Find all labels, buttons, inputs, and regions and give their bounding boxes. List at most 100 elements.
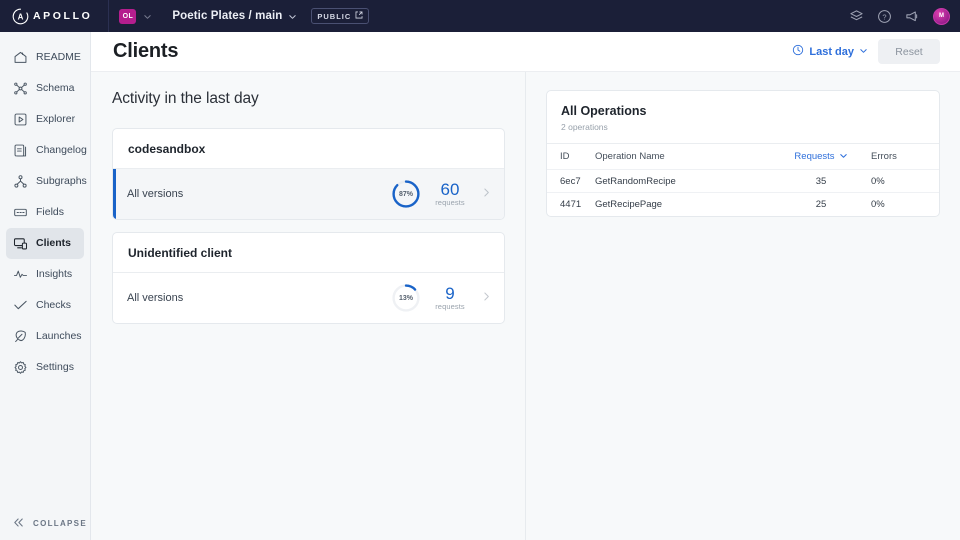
client-card[interactable]: Unidentified client All versions 13% 9 r… (112, 232, 505, 324)
request-count: 60 requests (429, 179, 471, 207)
operations-table-body: 6ec7 GetRandomRecipe 35 0% 4471 GetRecip… (547, 169, 939, 216)
sort-requests-control[interactable]: Requests (794, 151, 847, 163)
chevron-down-icon (859, 46, 868, 58)
sidebar-item-label: Clients (36, 237, 72, 250)
changelog-icon (12, 143, 28, 159)
operations-table: ID Operation Name Requests Errors 6ec7 G… (547, 143, 939, 216)
external-link-icon (355, 11, 363, 21)
sidebar-item-schema[interactable]: Schema (6, 73, 84, 104)
chevron-right-icon[interactable] (479, 289, 494, 307)
selected-accent-bar (113, 169, 116, 219)
client-version-row[interactable]: All versions 13% 9 requests (113, 272, 504, 323)
explorer-icon (12, 112, 28, 128)
launches-icon (12, 329, 28, 345)
sidebar-item-readme[interactable]: README (6, 42, 84, 73)
operations-card: All Operations 2 operations ID Operation… (546, 90, 940, 217)
client-card[interactable]: codesandbox All versions 87% 60 requests (112, 128, 505, 220)
operations-header: All Operations 2 operations (547, 91, 939, 143)
sidebar-item-label: Checks (36, 299, 72, 312)
date-range-label: Last day (809, 45, 854, 58)
version-row-metrics: 13% 9 requests (391, 283, 494, 313)
sidebar-item-launches[interactable]: Launches (6, 321, 84, 352)
column-header-id: ID (560, 151, 570, 162)
request-count: 9 requests (429, 283, 471, 311)
activity-pane: Activity in the last day codesandbox All… (91, 72, 526, 540)
date-range-selector[interactable]: Last day (792, 44, 868, 59)
visibility-badge[interactable]: PUBLIC (311, 8, 370, 24)
sidebar-item-clients[interactable]: Clients (6, 228, 84, 259)
version-label: All versions (127, 188, 184, 200)
stack-icon[interactable] (849, 9, 864, 24)
svg-text:?: ? (882, 12, 886, 21)
sidebar-item-checks[interactable]: Checks (6, 290, 84, 321)
insights-icon (12, 267, 28, 283)
apollo-logo-icon: A (12, 8, 29, 25)
column-header-requests[interactable]: Requests (777, 144, 865, 170)
collapse-label: COLLAPSE (33, 518, 87, 528)
version-label: All versions (127, 292, 184, 304)
topbar-actions: ? M (849, 7, 950, 25)
sidebar-item-fields[interactable]: Fields (6, 197, 84, 228)
apollo-logo[interactable]: A APOLLO (8, 8, 92, 25)
sidebar-item-subgraphs[interactable]: Subgraphs (6, 166, 87, 197)
chevron-right-icon[interactable] (479, 185, 494, 203)
sidebar: README Schema Explorer Changelog Subgrap… (0, 32, 91, 540)
operations-subtitle: 2 operations (561, 122, 608, 132)
sidebar-item-label: Changelog (36, 144, 87, 157)
page-header: Clients Last day Reset (91, 32, 960, 72)
org-badge[interactable]: OL (119, 8, 137, 24)
avatar-initials: M (939, 13, 944, 19)
request-count-value: 60 (440, 179, 460, 199)
sidebar-item-insights[interactable]: Insights (6, 259, 84, 290)
cell-id: 4471 (560, 198, 582, 210)
sidebar-item-label: Insights (36, 268, 73, 281)
graph-name-label: Poetic Plates / main (172, 10, 283, 22)
donut-percent-label: 13% (398, 294, 413, 302)
topbar-divider (108, 0, 110, 32)
sidebar-item-changelog[interactable]: Changelog (6, 135, 87, 166)
graph-selector[interactable]: Poetic Plates / main (172, 10, 297, 22)
sidebar-item-explorer[interactable]: Explorer (6, 104, 84, 135)
sidebar-item-label: Schema (36, 82, 75, 95)
subgraphs-icon (12, 174, 28, 190)
fields-icon (12, 205, 28, 221)
clients-icon (12, 236, 28, 252)
visibility-label: PUBLIC (317, 11, 352, 21)
content-panes: Activity in the last day codesandbox All… (91, 72, 960, 540)
sidebar-item-label: Explorer (36, 113, 76, 126)
cell-requests: 35 (815, 175, 827, 187)
client-name: Unidentified client (128, 246, 233, 260)
collapse-sidebar-button[interactable]: COLLAPSE (0, 506, 90, 540)
client-version-row[interactable]: All versions 87% 60 requests (113, 168, 504, 219)
donut-percent-label: 87% (398, 190, 413, 198)
operations-title: All Operations (561, 104, 647, 118)
sidebar-item-settings[interactable]: Settings (6, 352, 84, 383)
operations-table-head: ID Operation Name Requests Errors (547, 143, 939, 170)
request-count-value: 9 (445, 283, 455, 303)
cell-operation-name: GetRandomRecipe (595, 175, 676, 187)
table-row[interactable]: 4471 GetRecipePage 25 0% (547, 192, 939, 216)
sidebar-item-label: Settings (36, 361, 74, 374)
request-share-donut: 13% (391, 283, 421, 313)
avatar[interactable]: M (933, 7, 950, 25)
operations-pane: All Operations 2 operations ID Operation… (526, 72, 960, 540)
chevron-double-left-icon (12, 516, 25, 531)
apollo-logo-text: APOLLO (33, 9, 93, 22)
org-chevron-down-icon[interactable] (143, 12, 152, 21)
sort-chevron-down-icon (839, 151, 848, 163)
help-icon[interactable]: ? (877, 9, 892, 24)
page-title: Clients (113, 40, 179, 62)
readme-icon (12, 50, 28, 66)
cell-errors: 0% (871, 175, 885, 187)
cell-requests: 25 (815, 198, 827, 210)
reset-button[interactable]: Reset (878, 39, 940, 64)
table-header-row: ID Operation Name Requests Errors (547, 143, 939, 170)
app-body: README Schema Explorer Changelog Subgrap… (0, 32, 960, 540)
cell-errors: 0% (871, 198, 885, 210)
cell-id: 6ec7 (560, 175, 581, 187)
activity-heading: Activity in the last day (112, 90, 259, 107)
schema-icon (12, 81, 28, 97)
megaphone-icon[interactable] (905, 9, 920, 24)
table-row[interactable]: 6ec7 GetRandomRecipe 35 0% (547, 169, 939, 193)
